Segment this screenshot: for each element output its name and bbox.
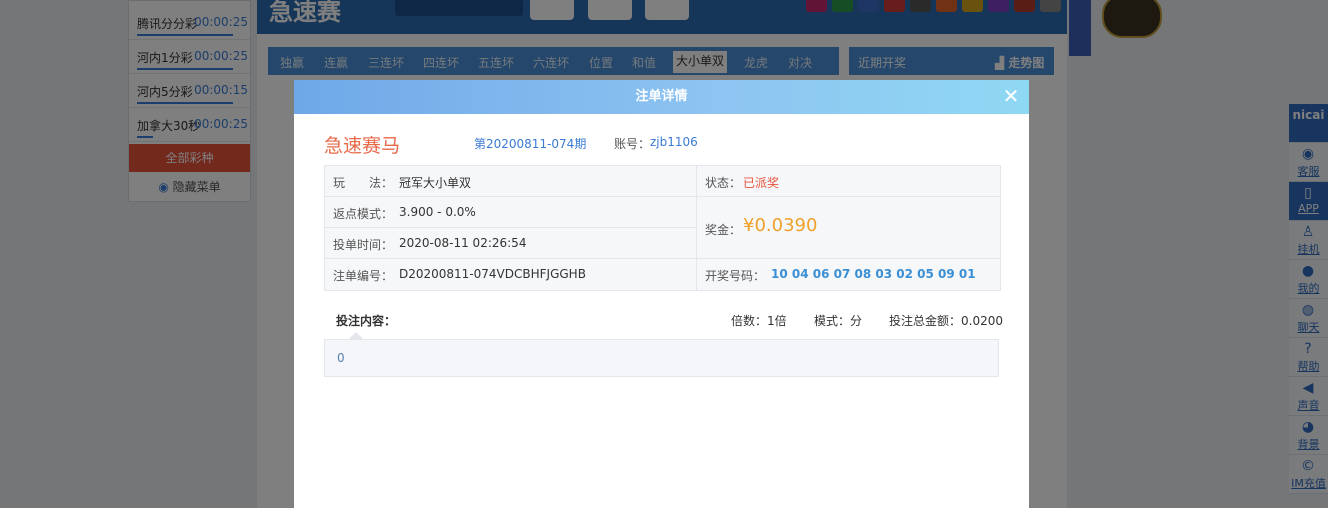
prize-cell: 奖金： ¥0.0390 [697, 197, 1000, 259]
account-label: 账号： [614, 137, 651, 151]
total-amount: 投注总金额：0.0200 [889, 314, 1003, 328]
multiple-value: 倍数：1倍 [731, 314, 787, 328]
draw-cell: 开奖号码： 10 04 06 07 08 03 02 05 09 01 [697, 259, 1000, 290]
close-button[interactable]: ✕ [999, 84, 1023, 108]
status-value: 已派奖 [743, 176, 780, 190]
order-label: 注单编号： [333, 269, 394, 283]
bet-content-box: 0 [324, 339, 999, 377]
bet-content-label: 投注内容： [336, 314, 397, 328]
game-name: 急速赛马 [324, 135, 401, 157]
prize-label: 奖金： [705, 223, 742, 237]
bet-detail-grid: 玩 法： 冠军大小单双 状态： 已派奖 返点模式： 3.900 - 0.0% 奖… [324, 165, 1001, 291]
draw-numbers: 10 04 06 07 08 03 02 05 09 01 [771, 267, 976, 281]
time-value: 2020-08-11 02:26:54 [399, 236, 527, 250]
issue-number: 第20200811-074期 [474, 137, 587, 151]
time-label: 投单时间： [333, 238, 394, 252]
rebate-cell: 返点模式： 3.900 - 0.0% [325, 197, 697, 228]
mode-value: 模式：分 [814, 314, 863, 328]
status-cell: 状态： 已派奖 [697, 166, 1000, 197]
play-cell: 玩 法： 冠军大小单双 [325, 166, 697, 197]
bet-content-value: 0 [337, 351, 345, 365]
bet-detail-modal: 注单详情 ✕ 急速赛马 第20200811-074期 账号： zjb1106 玩… [294, 80, 1029, 508]
order-cell: 注单编号： D20200811-074VDCBHFJGGHB [325, 259, 697, 290]
close-icon: ✕ [1002, 84, 1020, 108]
account-value: zjb1106 [650, 135, 698, 149]
status-label: 状态： [705, 176, 742, 190]
rebate-value: 3.900 - 0.0% [399, 205, 476, 219]
play-value: 冠军大小单双 [399, 176, 472, 190]
rebate-label: 返点模式： [333, 207, 394, 221]
draw-label: 开奖号码： [705, 269, 766, 283]
modal-header: 注单详情 ✕ [294, 80, 1029, 114]
order-value: D20200811-074VDCBHFJGGHB [399, 267, 586, 281]
play-label: 玩 法： [333, 176, 394, 190]
modal-title: 注单详情 [635, 89, 688, 104]
prize-value: ¥0.0390 [743, 215, 818, 236]
time-cell: 投单时间： 2020-08-11 02:26:54 [325, 228, 697, 259]
